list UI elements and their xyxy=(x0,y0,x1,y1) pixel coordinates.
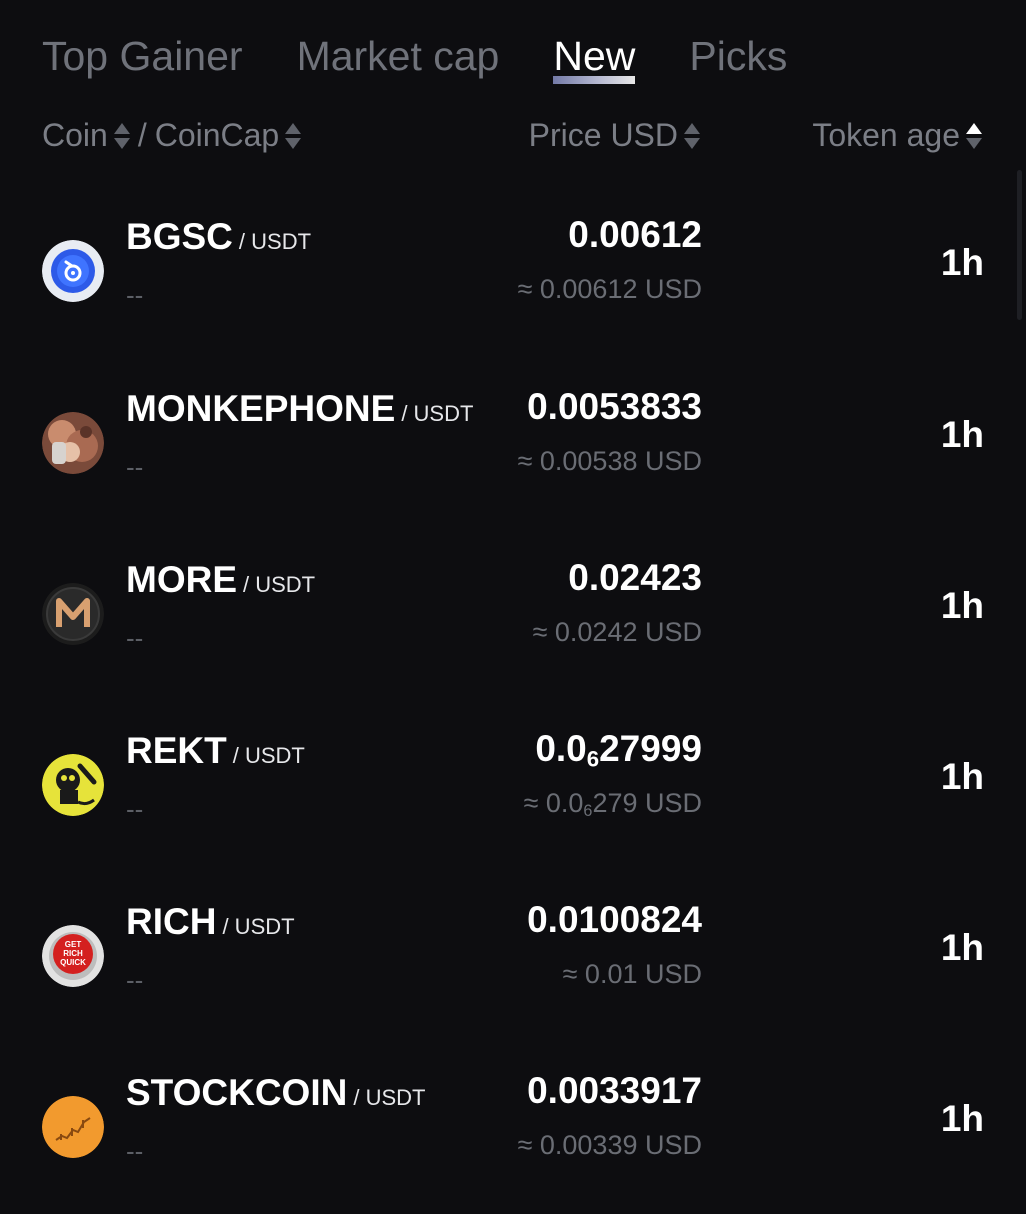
quote-pair: / USDT xyxy=(222,914,295,939)
quote-pair: / USDT xyxy=(232,743,305,768)
coin-symbol: RICH / USDT xyxy=(126,901,295,942)
age-sort-label: Token age xyxy=(812,117,960,153)
coin-row[interactable]: MORE / USDT -- 0.02423 ≈ 0.0242 USD 1h xyxy=(0,531,1026,701)
tab-label: New xyxy=(553,33,636,79)
active-tab-indicator xyxy=(553,76,636,84)
price-usd-approx: ≈ 0.06279 USD xyxy=(523,788,702,821)
coincap-sort-button[interactable]: CoinCap xyxy=(155,117,280,154)
coin-cap: -- xyxy=(126,965,144,995)
tab-top-gainer[interactable]: Top Gainer xyxy=(42,33,243,80)
svg-text:QUICK: QUICK xyxy=(60,958,86,967)
svg-text:GET: GET xyxy=(65,940,82,949)
bgsc-logo-icon xyxy=(42,240,104,302)
token-age: 1h xyxy=(940,927,984,968)
coin-symbol: MONKEPHONE / USDT xyxy=(126,388,474,429)
scrollbar[interactable] xyxy=(1017,170,1022,320)
price: 0.0627999 xyxy=(535,728,702,772)
list-header: Coin / CoinCap Price USD Token age xyxy=(42,117,986,161)
svg-text:RICH: RICH xyxy=(63,949,83,958)
coincap-sort-icon[interactable] xyxy=(285,118,302,154)
price-usd-approx: ≈ 0.00538 USD xyxy=(517,446,702,476)
coin-row[interactable]: BGSC / USDT -- 0.00612 ≈ 0.00612 USD 1h xyxy=(0,188,1026,358)
tab-label: Market cap xyxy=(296,33,500,79)
coin-symbol: STOCKCOIN / USDT xyxy=(126,1072,426,1113)
coin-sort-button[interactable]: Coin xyxy=(42,117,108,154)
rekt-logo-icon xyxy=(42,754,104,816)
token-age: 1h xyxy=(940,756,984,797)
price: 0.00612 xyxy=(568,214,702,255)
header-separator: / xyxy=(137,117,147,153)
more-logo-icon xyxy=(42,583,104,645)
quote-pair: / USDT xyxy=(238,229,312,254)
token-age-column-header[interactable]: Token age xyxy=(812,117,986,154)
stockcoin-logo-icon xyxy=(42,1096,104,1158)
coin-row[interactable]: MONKEPHONE / USDT -- 0.0053833 ≈ 0.00538 … xyxy=(0,360,1026,530)
price: 0.02423 xyxy=(568,557,702,598)
coin-row[interactable]: REKT / USDT -- 0.0627999 ≈ 0.06279 USD 1h xyxy=(0,702,1026,872)
price-sort-label: Price USD xyxy=(528,117,678,153)
tab-new[interactable]: New xyxy=(553,33,636,84)
price: 0.0053833 xyxy=(527,386,702,427)
price: 0.0033917 xyxy=(527,1070,702,1111)
price: 0.0100824 xyxy=(527,899,702,940)
coin-symbol: MORE / USDT xyxy=(126,559,316,600)
rich-logo-icon: GET RICH QUICK xyxy=(42,925,104,987)
coin-cap: -- xyxy=(126,280,144,310)
coin-symbol: REKT / USDT xyxy=(126,730,305,771)
coin-cap: -- xyxy=(126,1136,144,1166)
quote-pair: / USDT xyxy=(353,1085,426,1110)
quote-pair: / USDT xyxy=(243,572,316,597)
price-column-header[interactable]: Price USD xyxy=(529,117,704,154)
coin-row[interactable]: GET RICH QUICK RICH / USDT -- 0.0100824 ≈… xyxy=(0,873,1026,1043)
quote-pair: / USDT xyxy=(401,401,474,426)
price-usd-approx: ≈ 0.00339 USD xyxy=(517,1130,702,1160)
token-age: 1h xyxy=(940,1098,984,1139)
coin-cap: -- xyxy=(126,794,144,824)
coin-row[interactable]: STOCKCOIN / USDT -- 0.0033917 ≈ 0.00339 U… xyxy=(0,1044,1026,1214)
price-usd-approx: ≈ 0.0242 USD xyxy=(532,617,702,647)
token-age: 1h xyxy=(940,585,984,626)
tab-label: Picks xyxy=(689,33,788,79)
coin-column-header: Coin / CoinCap xyxy=(42,117,305,154)
tab-market-cap[interactable]: Market cap xyxy=(297,33,500,80)
price-usd-approx: ≈ 0.01 USD xyxy=(562,959,702,989)
token-age: 1h xyxy=(940,242,984,283)
tab-label: Top Gainer xyxy=(42,33,243,79)
tab-picks[interactable]: Picks xyxy=(689,33,787,80)
coin-cap: -- xyxy=(126,452,144,482)
coin-cap: -- xyxy=(126,623,144,653)
monkephone-logo-icon xyxy=(42,412,104,474)
coin-sort-icon[interactable] xyxy=(113,118,130,154)
age-sort-icon[interactable] xyxy=(966,118,982,154)
coin-symbol: BGSC / USDT xyxy=(126,216,312,257)
price-sort-icon[interactable] xyxy=(684,118,700,154)
price-usd-approx: ≈ 0.00612 USD xyxy=(517,274,702,304)
tab-bar: Top Gainer Market cap New Picks xyxy=(42,24,841,84)
token-age: 1h xyxy=(940,414,984,455)
